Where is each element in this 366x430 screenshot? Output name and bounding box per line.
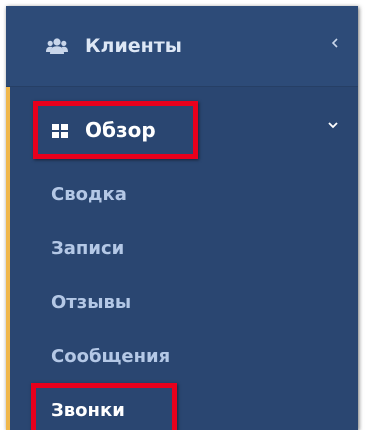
screenshot-frame: Клиенты Обзор Сводка Записи Отзывы Сообщ… xyxy=(0,0,360,430)
submenu-item-summary[interactable]: Сводка xyxy=(51,184,127,206)
chevron-down-icon[interactable] xyxy=(326,120,340,130)
users-icon xyxy=(46,38,68,54)
sidebar-panel: Клиенты Обзор Сводка Записи Отзывы Сообщ… xyxy=(6,6,358,430)
sidebar-item-clients-label: Клиенты xyxy=(85,35,182,57)
submenu-item-reviews[interactable]: Отзывы xyxy=(51,292,131,314)
sidebar-item-overview[interactable]: Обзор xyxy=(85,118,156,142)
submenu-item-messages[interactable]: Сообщения xyxy=(51,346,170,368)
sidebar-item-clients[interactable]: Клиенты xyxy=(6,6,358,87)
chevron-left-icon[interactable] xyxy=(329,36,341,50)
submenu-item-calls[interactable]: Звонки xyxy=(51,400,125,422)
grid-icon xyxy=(52,124,68,138)
submenu-item-records[interactable]: Записи xyxy=(51,238,124,260)
active-group-accent-bar xyxy=(6,87,10,430)
sidebar-group-overview: Обзор Сводка Записи Отзывы Сообщения Зво… xyxy=(6,87,358,430)
